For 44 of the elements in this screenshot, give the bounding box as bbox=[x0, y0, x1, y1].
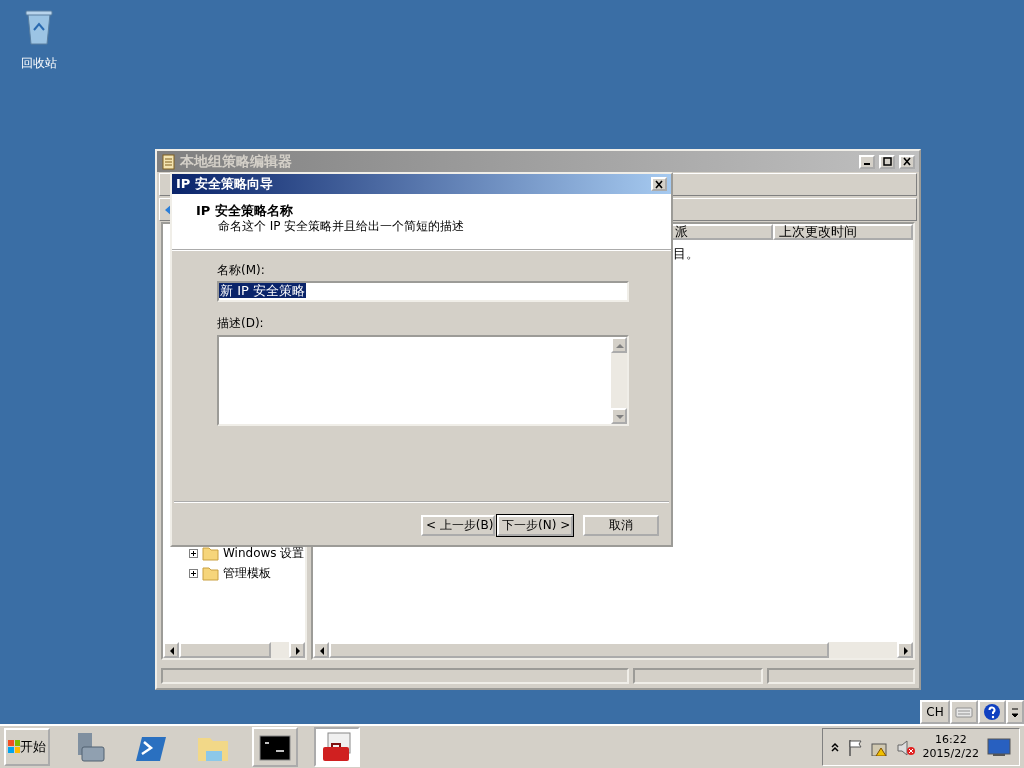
desktop-icon-label[interactable]: 回收站 bbox=[21, 56, 57, 71]
maximize-icon bbox=[882, 157, 892, 167]
horizontal-scrollbar[interactable] bbox=[163, 642, 305, 658]
field-label: 描述(D): bbox=[217, 316, 265, 331]
minimize-button[interactable] bbox=[859, 154, 875, 169]
close-button[interactable] bbox=[899, 154, 915, 169]
dialog-title: IP 安全策略向导 bbox=[176, 176, 274, 192]
expand-icon[interactable] bbox=[189, 568, 198, 578]
clock-date[interactable]: 2015/2/22 bbox=[922, 747, 979, 761]
window-title: 本地组策略编辑器 bbox=[180, 153, 293, 170]
windows-logo-icon bbox=[8, 740, 20, 754]
tree-item[interactable]: 管理模板 bbox=[223, 565, 271, 581]
clock-time[interactable]: 16:22 bbox=[934, 733, 967, 747]
toolbox-icon bbox=[320, 731, 354, 763]
description-field[interactable] bbox=[217, 334, 629, 426]
folder-icon bbox=[202, 545, 219, 561]
taskbar-button[interactable] bbox=[252, 727, 298, 767]
document-icon bbox=[161, 153, 176, 170]
options-icon[interactable] bbox=[1010, 705, 1020, 719]
expand-icon[interactable] bbox=[830, 741, 839, 753]
close-button[interactable] bbox=[651, 177, 667, 191]
close-icon bbox=[654, 179, 664, 189]
maximize-button[interactable] bbox=[879, 154, 895, 169]
column-header[interactable]: 上次更改时间 bbox=[773, 224, 913, 240]
show-desktop-icon[interactable] bbox=[987, 736, 1011, 758]
help-icon[interactable] bbox=[983, 703, 1001, 721]
back-button[interactable]: < 上一步(B) bbox=[421, 515, 495, 536]
folder-icon bbox=[202, 565, 219, 581]
start-button[interactable]: 开始 bbox=[4, 728, 50, 766]
wizard-heading: IP 安全策略名称 bbox=[196, 203, 294, 219]
flag-icon[interactable] bbox=[846, 738, 863, 756]
close-icon bbox=[902, 157, 912, 167]
tree-item[interactable]: Windows 设置 bbox=[223, 545, 305, 561]
vertical-scrollbar[interactable] bbox=[611, 336, 627, 424]
cancel-button[interactable]: 取消 bbox=[583, 515, 659, 536]
wizard-subtitle: 命名这个 IP 安全策略并且给出一个简短的描述 bbox=[217, 218, 466, 233]
next-button[interactable]: 下一步(N) > bbox=[497, 515, 573, 536]
horizontal-scrollbar[interactable] bbox=[313, 642, 913, 658]
speaker-muted-icon[interactable] bbox=[896, 738, 915, 756]
expand-icon[interactable] bbox=[189, 548, 198, 558]
name-field[interactable]: 新 IP 安全策略 bbox=[217, 281, 629, 303]
field-label: 名称(M): bbox=[217, 263, 266, 278]
language-indicator[interactable]: CH bbox=[920, 700, 950, 724]
list-message: 目。 bbox=[672, 245, 700, 262]
